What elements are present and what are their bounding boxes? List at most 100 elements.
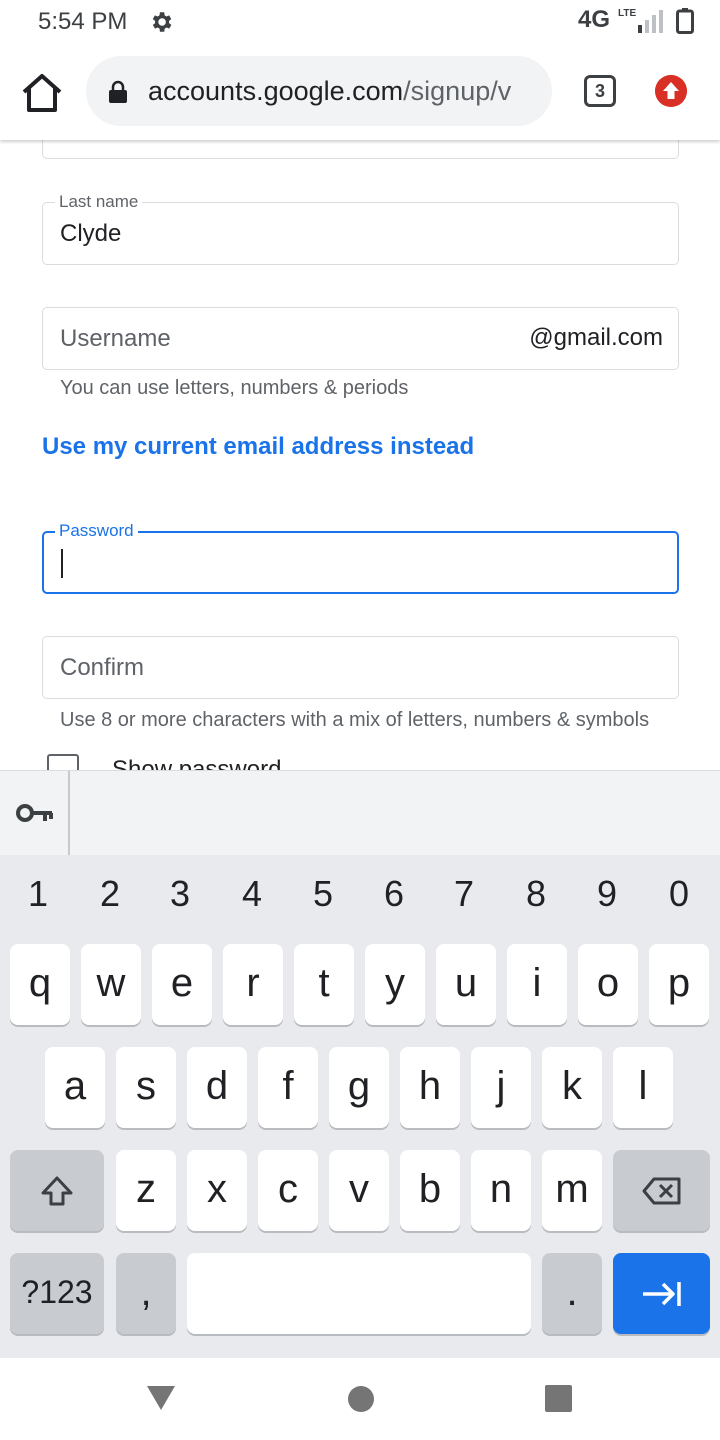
key-2[interactable]: 2 [85,873,135,915]
key-z[interactable]: z [116,1150,176,1231]
lock-icon [109,80,127,103]
symbols-key[interactable]: ?123 [10,1253,104,1334]
key-j[interactable]: j [471,1047,531,1128]
system-nav-bar [0,1358,720,1440]
key-label: m [555,1167,589,1211]
url-text: accounts.google.com/signup/v [148,76,544,107]
on-screen-keyboard: 1 2 3 4 5 6 7 8 9 0 q w e r t y u i o p … [0,770,720,1358]
key-9[interactable]: 9 [582,873,632,915]
confirm-password-field[interactable]: Confirm [42,636,679,699]
tab-next-icon [643,1282,681,1306]
last-name-field[interactable]: Last name Clyde [42,192,679,265]
key-label: d [205,1064,229,1108]
key-t[interactable]: t [294,944,354,1025]
home-circle-icon[interactable] [348,1386,374,1412]
network-sub: LTE [618,8,637,19]
show-password-label[interactable]: Show password [112,756,281,770]
first-name-field[interactable] [42,140,679,159]
period-key[interactable]: . [542,1253,602,1334]
backspace-icon [642,1177,681,1205]
key-label: q [28,961,52,1005]
show-password-checkbox[interactable] [47,754,79,770]
back-triangle-icon[interactable] [145,1384,177,1412]
key-k[interactable]: k [542,1047,602,1128]
key-l[interactable]: l [613,1047,673,1128]
key-c[interactable]: c [258,1150,318,1231]
home-icon[interactable] [20,72,64,114]
key-0[interactable]: 0 [654,873,704,915]
shift-key[interactable] [10,1150,104,1231]
key-label: w [96,961,126,1005]
key-p[interactable]: p [649,944,709,1025]
key-7[interactable]: 7 [439,873,489,915]
key-4[interactable]: 4 [227,873,277,915]
key-label: , [140,1270,152,1314]
key-s[interactable]: s [116,1047,176,1128]
password-hint: Use 8 or more characters with a mix of l… [60,709,650,731]
key-v[interactable]: v [329,1150,389,1231]
key-icon [16,804,53,822]
key-r[interactable]: r [223,944,283,1025]
key-i[interactable]: i [507,944,567,1025]
key-label: v [349,1167,369,1211]
key-label: e [170,961,194,1005]
last-name-value: Clyde [60,220,122,247]
key-label: p [667,961,691,1005]
key-5[interactable]: 5 [298,873,348,915]
last-name-label: Last name [55,192,143,212]
key-e[interactable]: e [152,944,212,1025]
key-label: j [496,1064,506,1108]
backspace-key[interactable] [613,1150,710,1231]
gear-icon [152,12,172,32]
address-bar[interactable]: accounts.google.com/signup/v [86,56,552,126]
next-field-key[interactable] [613,1253,710,1334]
key-label: k [562,1064,582,1108]
password-label: Password [55,521,138,541]
username-hint: You can use letters, numbers & periods [60,377,409,399]
key-label: f [282,1064,294,1108]
key-w[interactable]: w [81,944,141,1025]
username-field[interactable]: Username @gmail.com [42,307,679,370]
keyboard-suggestion-strip [0,771,720,855]
signup-form: Last name Clyde Username @gmail.com You … [0,140,720,770]
password-field[interactable]: Password [42,521,679,594]
update-arrow-icon[interactable] [655,75,687,107]
key-label: n [489,1167,513,1211]
key-a[interactable]: a [45,1047,105,1128]
key-o[interactable]: o [578,944,638,1025]
key-g[interactable]: g [329,1047,389,1128]
key-b[interactable]: b [400,1150,460,1231]
key-label: x [207,1167,227,1211]
key-x[interactable]: x [187,1150,247,1231]
key-label: h [418,1064,442,1108]
key-label: r [246,961,260,1005]
password-manager-button[interactable] [0,771,70,855]
key-f[interactable]: f [258,1047,318,1128]
key-d[interactable]: d [187,1047,247,1128]
shift-icon [41,1176,73,1206]
confirm-placeholder: Confirm [60,654,145,681]
key-label: z [136,1167,156,1211]
space-key[interactable] [187,1253,531,1334]
key-1[interactable]: 1 [13,873,63,915]
tab-switcher-icon[interactable]: 3 [584,75,616,107]
key-3[interactable]: 3 [155,873,205,915]
key-u[interactable]: u [436,944,496,1025]
key-y[interactable]: y [365,944,425,1025]
key-label: l [638,1064,648,1108]
comma-key[interactable]: , [116,1253,176,1334]
key-label: g [347,1064,371,1108]
key-8[interactable]: 8 [511,873,561,915]
key-6[interactable]: 6 [369,873,419,915]
key-label: b [418,1167,442,1211]
key-q[interactable]: q [10,944,70,1025]
key-m[interactable]: m [542,1150,602,1231]
key-n[interactable]: n [471,1150,531,1231]
key-label: ?123 [21,1274,93,1310]
browser-toolbar: accounts.google.com/signup/v 3 [0,44,720,140]
recents-square-icon[interactable] [545,1385,572,1412]
use-current-email-link[interactable]: Use my current email address instead [42,433,474,461]
key-h[interactable]: h [400,1047,460,1128]
text-cursor [61,549,63,578]
key-label: u [454,961,478,1005]
